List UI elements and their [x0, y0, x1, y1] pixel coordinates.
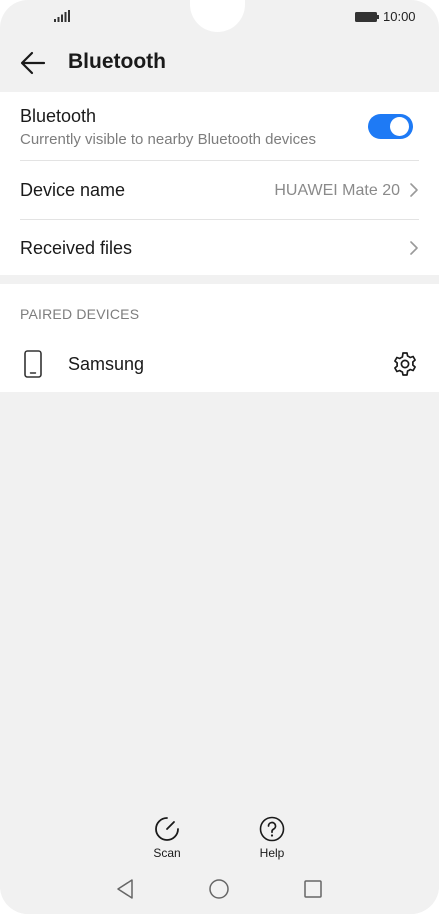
- scan-icon: [155, 817, 179, 841]
- arrow-left-icon[interactable]: [20, 50, 46, 76]
- paired-devices-card: PAIRED DEVICES Samsung: [0, 284, 439, 392]
- clock: 10:00: [383, 9, 416, 24]
- bluetooth-visibility-text: Currently visible to nearby Bluetooth de…: [20, 131, 316, 148]
- status-bar: 10:00: [0, 0, 439, 34]
- switch-knob: [390, 117, 409, 136]
- camera-notch: [190, 0, 245, 32]
- battery-icon: [355, 12, 379, 22]
- bluetooth-toggle-row[interactable]: Bluetooth Currently visible to nearby Bl…: [20, 92, 419, 160]
- device-name-label: Device name: [20, 180, 126, 200]
- app-header: Bluetooth: [0, 34, 439, 92]
- chevron-right-icon: [410, 241, 418, 255]
- bluetooth-settings-card: Bluetooth Currently visible to nearby Bl…: [0, 92, 439, 275]
- bluetooth-label: Bluetooth: [20, 106, 97, 126]
- screen: 10:00 Bluetooth Bluetooth Currently visi…: [0, 0, 439, 914]
- smartphone-icon: [24, 350, 42, 378]
- received-files-label: Received files: [20, 238, 133, 258]
- scan-label: Scan: [153, 846, 181, 860]
- help-icon: [259, 816, 285, 842]
- bluetooth-switch[interactable]: [368, 114, 413, 139]
- device-name-row[interactable]: Device name HUAWEI Mate 20: [20, 161, 419, 219]
- help-button[interactable]: Help: [242, 816, 302, 866]
- bottom-bar: Scan Help: [0, 806, 439, 914]
- gear-icon[interactable]: [392, 351, 418, 377]
- signal-icon: [54, 10, 70, 22]
- page-title: Bluetooth: [68, 50, 166, 73]
- square-recent-icon[interactable]: [302, 878, 324, 900]
- paired-devices-heading: PAIRED DEVICES: [20, 306, 140, 322]
- circle-home-icon[interactable]: [208, 878, 230, 900]
- received-files-row[interactable]: Received files: [20, 220, 419, 275]
- scan-button[interactable]: Scan: [137, 816, 197, 866]
- paired-device-name: Samsung: [68, 354, 145, 374]
- help-label: Help: [259, 846, 285, 860]
- chevron-right-icon: [410, 183, 418, 197]
- device-name-value: HUAWEI Mate 20: [274, 182, 400, 199]
- triangle-back-icon[interactable]: [114, 878, 136, 900]
